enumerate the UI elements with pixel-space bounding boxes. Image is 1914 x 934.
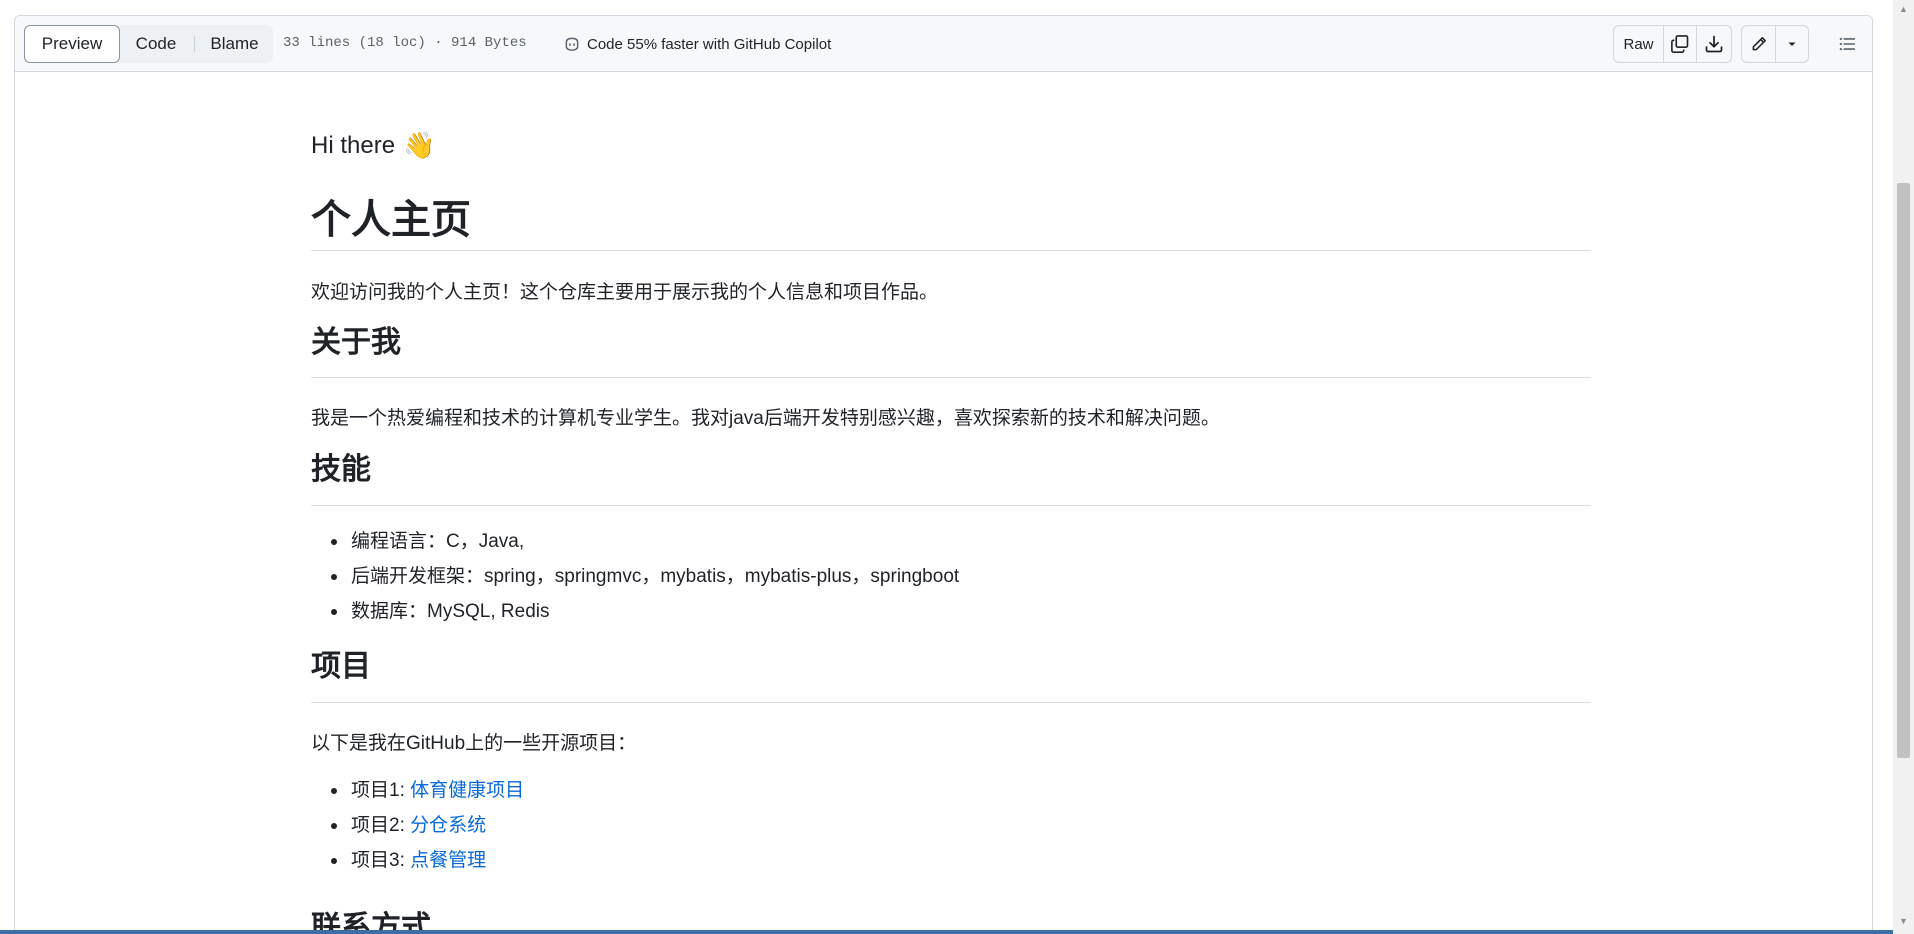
app-window: Preview Code Blame 33 lines (18 loc) · 9… — [0, 0, 1914, 934]
waving-hand-icon: 👋 — [403, 130, 436, 160]
greeting-heading: Hi there 👋 — [311, 130, 435, 161]
pencil-icon — [1752, 37, 1766, 51]
about-divider — [311, 377, 1591, 378]
skills-list: 编程语言：C，Java, 后端开发框架：spring，springmvc，myb… — [330, 524, 959, 629]
file-view-panel: Preview Code Blame 33 lines (18 loc) · 9… — [14, 15, 1873, 934]
file-toolbar: Preview Code Blame 33 lines (18 loc) · 9… — [15, 16, 1872, 72]
greeting-text: Hi there — [311, 131, 396, 159]
title-divider — [311, 250, 1591, 251]
raw-copy-download-group: Raw — [1613, 25, 1732, 63]
skills-divider — [311, 505, 1591, 506]
project-link-3[interactable]: 点餐管理 — [410, 850, 486, 871]
tab-divider — [194, 36, 195, 52]
intro-paragraph: 欢迎访问我的个人主页！这个仓库主要用于展示我的个人信息和项目作品。 — [311, 282, 939, 303]
projects-intro: 以下是我在GitHub上的一些开源项目： — [311, 733, 637, 754]
edit-file-button[interactable] — [1742, 26, 1776, 62]
tab-code[interactable]: Code — [120, 25, 192, 63]
scroll-down-arrow[interactable]: ▼ — [1897, 914, 1910, 928]
copilot-promo-label: Code 55% faster with GitHub Copilot — [587, 35, 832, 53]
raw-button[interactable]: Raw — [1614, 26, 1664, 62]
page-title: 个人主页 — [311, 198, 471, 242]
about-paragraph: 我是一个热爱编程和技术的计算机专业学生。我对java后端开发特别感兴趣，喜欢探索… — [311, 408, 1220, 429]
list-item: 项目1: 体育健康项目 — [330, 773, 524, 808]
file-stats: 33 lines (18 loc) · 914 Bytes — [283, 35, 527, 51]
download-icon — [1705, 35, 1723, 53]
edit-options-dropdown[interactable] — [1776, 26, 1808, 62]
list-unordered-icon — [1839, 37, 1856, 51]
list-item: 数据库：MySQL, Redis — [330, 594, 959, 629]
project-link-2[interactable]: 分仓系统 — [410, 815, 486, 836]
project-prefix: 项目3: — [351, 850, 411, 871]
taskbar-edge — [0, 930, 1893, 934]
about-heading: 关于我 — [311, 326, 401, 359]
tab-preview[interactable]: Preview — [24, 25, 120, 63]
project-link-1[interactable]: 体育健康项目 — [410, 780, 524, 801]
copy-raw-button[interactable] — [1664, 26, 1697, 62]
copy-icon — [1671, 35, 1689, 53]
download-raw-button[interactable] — [1697, 26, 1731, 62]
view-mode-switcher: Preview Code Blame — [24, 25, 273, 63]
projects-list: 项目1: 体育健康项目 项目2: 分仓系统 项目3: 点餐管理 — [330, 773, 524, 878]
copilot-promo-link[interactable]: Code 55% faster with GitHub Copilot — [563, 33, 831, 55]
triangle-down-icon — [1788, 42, 1796, 46]
list-item: 项目3: 点餐管理 — [330, 843, 524, 878]
outline-toggle-button[interactable] — [1830, 30, 1864, 58]
list-item: 后端开发框架：spring，springmvc，mybatis，mybatis-… — [330, 559, 959, 594]
scrollbar-thumb[interactable] — [1897, 183, 1910, 758]
projects-divider — [311, 702, 1591, 703]
edit-group — [1741, 25, 1809, 63]
project-prefix: 项目2: — [351, 815, 411, 836]
copilot-icon — [565, 37, 579, 51]
project-prefix: 项目1: — [351, 780, 411, 801]
scroll-up-arrow[interactable]: ▲ — [1897, 2, 1910, 16]
list-item: 编程语言：C，Java, — [330, 524, 959, 559]
list-item: 项目2: 分仓系统 — [330, 808, 524, 843]
skills-heading: 技能 — [311, 453, 371, 486]
projects-heading: 项目 — [311, 650, 371, 683]
tab-blame[interactable]: Blame — [196, 25, 273, 63]
